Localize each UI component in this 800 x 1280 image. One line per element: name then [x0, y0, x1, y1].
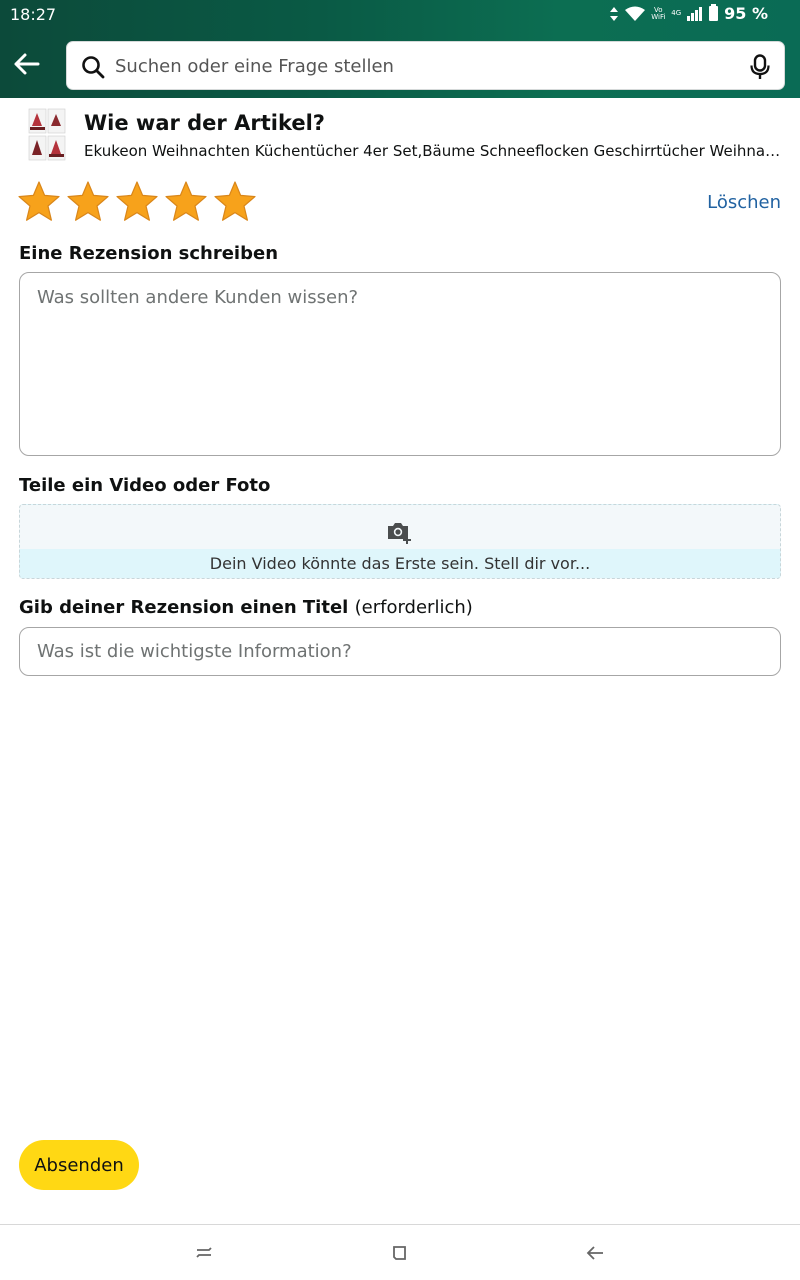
wifi-icon — [625, 6, 646, 21]
add-photo-icon — [388, 523, 411, 544]
volte-label: Vo WiFi — [651, 5, 666, 21]
clear-rating-link[interactable]: Löschen — [707, 192, 781, 213]
status-icons: Vo WiFi 4G 95 % — [609, 4, 768, 23]
media-upload-area[interactable]: Dein Video könnte das Erste sein. Stell … — [19, 504, 781, 579]
status-time: 18:27 — [10, 5, 57, 24]
search-icon — [82, 56, 105, 79]
star-5-icon[interactable] — [213, 180, 257, 224]
nav-back-icon[interactable] — [583, 1241, 607, 1265]
data-arrows-icon — [610, 6, 619, 21]
search-bar[interactable] — [66, 41, 785, 90]
title-label-text: Gib deiner Rezension einen Titel — [19, 597, 349, 618]
system-nav-bar — [0, 1224, 800, 1280]
battery-percent: 95 % — [724, 4, 768, 23]
required-note: (erforderlich) — [354, 597, 473, 618]
signal-icon — [687, 6, 703, 21]
review-title-input[interactable] — [19, 627, 781, 676]
media-hint: Dein Video könnte das Erste sein. Stell … — [209, 554, 591, 573]
star-4-icon[interactable] — [164, 180, 208, 224]
product-thumbnail — [28, 108, 66, 161]
microphone-icon[interactable] — [748, 54, 772, 80]
review-screen: 18:27 Vo WiFi 4G 95 % Suchen oder eine F… — [0, 0, 800, 1280]
review-label: Eine Rezension schreiben — [19, 243, 279, 264]
product-name: Ekukeon Weihnachten Küchentücher 4er Set… — [84, 142, 784, 160]
recent-apps-icon[interactable] — [192, 1241, 216, 1265]
search-input[interactable] — [115, 50, 735, 82]
back-arrow-icon[interactable] — [12, 50, 40, 78]
media-label: Teile ein Video oder Foto — [19, 475, 271, 496]
home-icon[interactable] — [388, 1241, 412, 1265]
star-2-icon[interactable] — [66, 180, 110, 224]
status-bar: 18:27 Vo WiFi 4G 95 % — [0, 0, 800, 30]
title-label: Gib deiner Rezension einen Titel (erford… — [19, 597, 473, 618]
star-3-icon[interactable] — [115, 180, 159, 224]
network-label: 4G — [671, 9, 682, 17]
star-rating[interactable] — [17, 180, 257, 224]
star-1-icon[interactable] — [17, 180, 61, 224]
review-textarea[interactable] — [19, 272, 781, 456]
battery-icon — [709, 4, 719, 21]
submit-button[interactable]: Absenden — [19, 1140, 139, 1190]
rating-heading: Wie war der Artikel? — [84, 111, 325, 135]
app-header: 18:27 Vo WiFi 4G 95 % — [0, 0, 800, 98]
